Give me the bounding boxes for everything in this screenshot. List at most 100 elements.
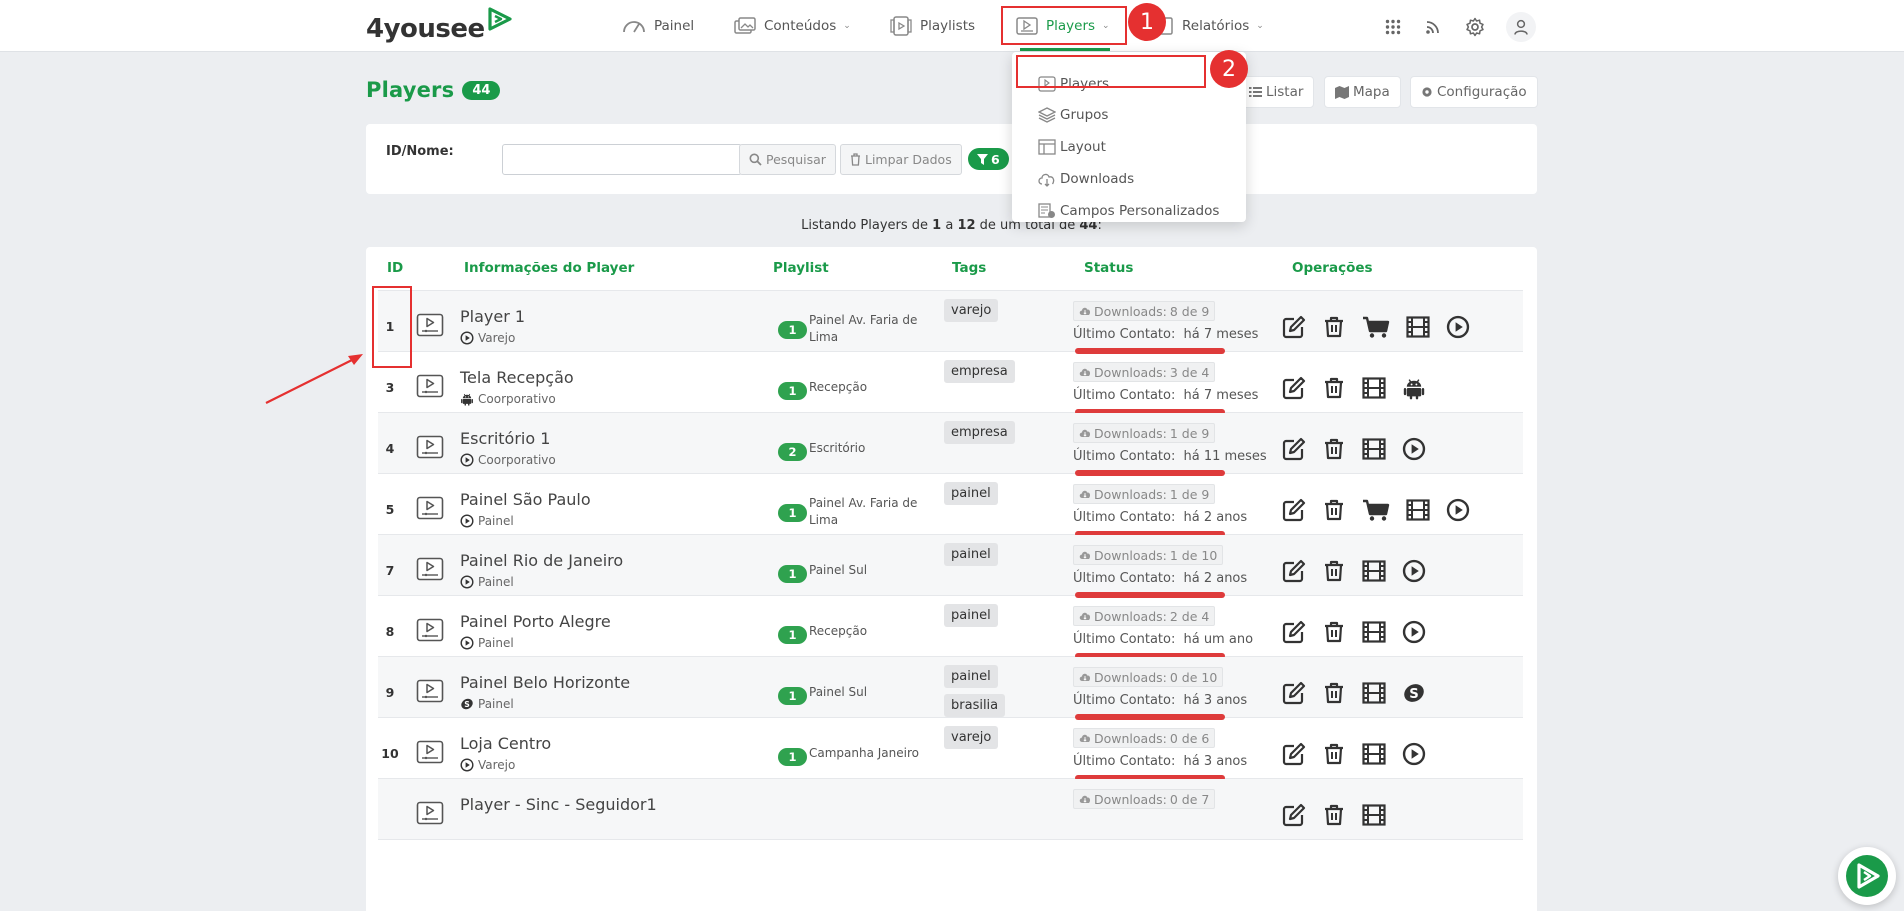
player-name[interactable]: Escritório 1 bbox=[460, 429, 550, 448]
player-device-cell[interactable] bbox=[416, 435, 444, 465]
edit-button[interactable] bbox=[1282, 437, 1314, 461]
trash-button[interactable] bbox=[1322, 437, 1354, 461]
help-chat-button[interactable] bbox=[1838, 847, 1896, 905]
android-button[interactable] bbox=[1402, 376, 1434, 400]
player-id[interactable]: 5 bbox=[378, 502, 402, 517]
player-name[interactable]: Painel Porto Alegre bbox=[460, 612, 611, 631]
cart-button[interactable] bbox=[1362, 315, 1398, 339]
trash-button[interactable] bbox=[1322, 620, 1354, 644]
player-name[interactable]: Loja Centro bbox=[460, 734, 551, 753]
trash-button[interactable] bbox=[1322, 315, 1354, 339]
play-circle-button[interactable] bbox=[1402, 559, 1434, 583]
playlist-name[interactable]: Escritório bbox=[809, 440, 924, 457]
player-device-cell[interactable] bbox=[416, 557, 444, 587]
downloads-status[interactable]: Downloads: 3 de 4 bbox=[1073, 362, 1216, 382]
downloads-status[interactable]: Downloads: 2 de 4 bbox=[1073, 606, 1216, 626]
edit-button[interactable] bbox=[1282, 498, 1314, 522]
playlist-name[interactable]: Painel Av. Faria de Lima bbox=[809, 312, 924, 346]
downloads-status[interactable]: Downloads: 0 de 7 bbox=[1073, 789, 1216, 809]
edit-button[interactable] bbox=[1282, 742, 1314, 766]
edit-button[interactable] bbox=[1282, 681, 1314, 705]
player-id[interactable]: 3 bbox=[378, 380, 402, 395]
edit-button[interactable] bbox=[1282, 376, 1314, 400]
play-circle-button[interactable] bbox=[1402, 620, 1434, 644]
nav-conteudos[interactable]: Conteúdos ⌄ bbox=[734, 14, 851, 38]
dropdown-item-layout[interactable]: Layout bbox=[1038, 135, 1106, 159]
dropdown-item-custom-fields[interactable]: Campos Personalizados bbox=[1038, 199, 1219, 223]
user-avatar-button[interactable] bbox=[1506, 12, 1536, 42]
downloads-status[interactable]: Downloads: 1 de 9 bbox=[1073, 484, 1216, 504]
player-id[interactable]: 8 bbox=[378, 624, 402, 639]
column-header-id[interactable]: ID bbox=[387, 260, 403, 276]
downloads-status[interactable]: Downloads: 8 de 9 bbox=[1073, 301, 1216, 321]
edit-button[interactable] bbox=[1282, 803, 1314, 827]
dropdown-item-grupos[interactable]: Grupos bbox=[1038, 103, 1108, 127]
player-device-cell[interactable] bbox=[416, 740, 444, 770]
apps-grid-icon[interactable] bbox=[1380, 14, 1406, 40]
downloads-status[interactable]: Downloads: 0 de 10 bbox=[1073, 667, 1224, 687]
signage-os-button[interactable]: S bbox=[1402, 681, 1434, 705]
list-view-button[interactable]: Listar bbox=[1238, 76, 1315, 108]
playlist-name[interactable]: Painel Av. Faria de Lima bbox=[809, 495, 924, 529]
downloads-status[interactable]: Downloads: 0 de 6 bbox=[1073, 728, 1216, 748]
nav-playlists[interactable]: Playlists bbox=[890, 14, 975, 38]
nav-relatorios[interactable]: Relatórios ⌄ bbox=[1156, 14, 1264, 38]
trash-button[interactable] bbox=[1322, 742, 1354, 766]
edit-button[interactable] bbox=[1282, 315, 1314, 339]
playlist-name[interactable]: Painel Sul bbox=[809, 684, 924, 701]
player-device-cell[interactable] bbox=[416, 679, 444, 709]
film-button[interactable] bbox=[1362, 437, 1394, 461]
search-button[interactable]: Pesquisar bbox=[739, 144, 836, 175]
trash-button[interactable] bbox=[1322, 559, 1354, 583]
play-circle-button[interactable] bbox=[1402, 742, 1434, 766]
trash-button[interactable] bbox=[1322, 498, 1354, 522]
map-view-button[interactable]: Mapa bbox=[1324, 76, 1401, 108]
play-circle-button[interactable] bbox=[1446, 315, 1478, 339]
playlist-name[interactable]: Recepção bbox=[809, 623, 924, 640]
app-logo[interactable]: 4yousee bbox=[366, 7, 514, 46]
edit-button[interactable] bbox=[1282, 620, 1314, 644]
player-device-cell[interactable] bbox=[416, 618, 444, 648]
playlist-name[interactable]: Recepção bbox=[809, 379, 924, 396]
player-id[interactable]: 9 bbox=[378, 685, 402, 700]
film-button[interactable] bbox=[1406, 315, 1438, 339]
player-device-cell[interactable] bbox=[416, 496, 444, 526]
player-name[interactable]: Painel São Paulo bbox=[460, 490, 591, 509]
player-id[interactable]: 4 bbox=[378, 441, 402, 456]
film-button[interactable] bbox=[1362, 803, 1394, 827]
gear-icon[interactable] bbox=[1462, 14, 1488, 40]
nav-painel[interactable]: Painel bbox=[622, 14, 694, 38]
cart-button[interactable] bbox=[1362, 498, 1398, 522]
player-name[interactable]: Tela Recepção bbox=[460, 368, 574, 387]
player-name[interactable]: Painel Belo Horizonte bbox=[460, 673, 630, 692]
clear-data-button[interactable]: Limpar Dados bbox=[840, 144, 962, 175]
player-id[interactable]: 7 bbox=[378, 563, 402, 578]
dropdown-item-downloads[interactable]: Downloads bbox=[1038, 167, 1134, 191]
film-button[interactable] bbox=[1362, 620, 1394, 644]
film-button[interactable] bbox=[1362, 681, 1394, 705]
active-filters-badge[interactable]: 6 bbox=[968, 148, 1009, 170]
rss-icon[interactable] bbox=[1420, 14, 1446, 40]
film-button[interactable] bbox=[1362, 742, 1394, 766]
downloads-status[interactable]: Downloads: 1 de 9 bbox=[1073, 423, 1216, 443]
trash-button[interactable] bbox=[1322, 803, 1354, 827]
film-button[interactable] bbox=[1406, 498, 1438, 522]
playlist-name[interactable]: Painel Sul bbox=[809, 562, 924, 579]
player-name[interactable]: Painel Rio de Janeiro bbox=[460, 551, 623, 570]
player-device-cell[interactable] bbox=[416, 313, 444, 343]
playlist-name[interactable]: Campanha Janeiro bbox=[809, 745, 924, 762]
player-name[interactable]: Player 1 bbox=[460, 307, 525, 326]
trash-button[interactable] bbox=[1322, 376, 1354, 400]
trash-button[interactable] bbox=[1322, 681, 1354, 705]
film-button[interactable] bbox=[1362, 559, 1394, 583]
player-name[interactable]: Player - Sinc - Seguidor1 bbox=[460, 795, 657, 814]
configuration-button[interactable]: Configuração bbox=[1410, 76, 1538, 108]
player-device-cell[interactable] bbox=[416, 801, 444, 831]
downloads-status[interactable]: Downloads: 1 de 10 bbox=[1073, 545, 1224, 565]
player-device-cell[interactable] bbox=[416, 374, 444, 404]
player-id[interactable]: 10 bbox=[378, 746, 402, 761]
film-button[interactable] bbox=[1362, 376, 1394, 400]
play-circle-button[interactable] bbox=[1446, 498, 1478, 522]
edit-button[interactable] bbox=[1282, 559, 1314, 583]
play-circle-button[interactable] bbox=[1402, 437, 1434, 461]
